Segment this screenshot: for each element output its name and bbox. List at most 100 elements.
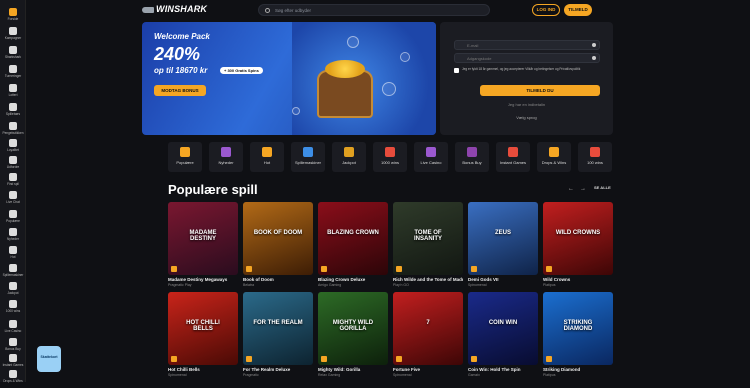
sidebar-item[interactable]: Find spil bbox=[0, 171, 26, 191]
sidebar-item[interactable]: Spillebørs bbox=[0, 101, 26, 121]
sidebar-item-label: Udfordre bbox=[6, 165, 20, 169]
game-thumbnail[interactable]: MADAME DESTINY bbox=[168, 202, 238, 275]
provider-badge-icon bbox=[171, 356, 177, 362]
join-button[interactable]: TILMELD bbox=[564, 4, 592, 16]
game-card[interactable]: COIN WIN Coin Win: Hold The Spin Gamzix bbox=[468, 292, 538, 377]
category-bar: Populære Nyheder Hot Spillemaskiner Jackpot 1… bbox=[168, 142, 613, 172]
game-provider: Play'n GO bbox=[393, 283, 409, 287]
category-label: Spillemaskiner bbox=[294, 160, 321, 165]
category-tab[interactable]: Bonus Buy bbox=[455, 142, 489, 172]
category-tab[interactable]: Populære bbox=[168, 142, 202, 172]
claim-bonus-button[interactable]: MODTAG BONUS bbox=[154, 85, 206, 96]
game-thumbnail[interactable]: HOT CHILLI BELLS bbox=[168, 292, 238, 365]
sidebar-item[interactable]: Spillemaskiner bbox=[0, 262, 26, 282]
game-card[interactable]: ZEUS Demi Gods VII Spinomenal bbox=[468, 202, 538, 287]
game-name: Striking Diamond bbox=[543, 367, 581, 372]
login-button[interactable]: LOG IND bbox=[532, 4, 560, 16]
game-card[interactable]: MADAME DESTINY Madame Destiny Megaways Pra… bbox=[168, 202, 238, 287]
category-icon bbox=[508, 147, 518, 157]
game-thumbnail[interactable]: BLAZING CROWN bbox=[318, 202, 388, 275]
see-all-link[interactable]: SE ALLE bbox=[594, 185, 611, 190]
category-tab[interactable]: Jackpot bbox=[332, 142, 366, 172]
game-thumbnail[interactable]: 7 bbox=[393, 292, 463, 365]
game-card[interactable]: 7 Fortune Five Spinomenal bbox=[393, 292, 463, 377]
sidebar-item-label: Nyheder bbox=[6, 237, 20, 241]
forgot-link[interactable]: Jeg har en indbetalin bbox=[440, 102, 613, 107]
game-provider: Pragmatic Play bbox=[168, 283, 192, 287]
live-icon bbox=[9, 320, 17, 328]
bonus-icon bbox=[9, 338, 17, 346]
category-label: Populære bbox=[176, 160, 194, 165]
game-thumbnail[interactable]: STRIKING DIAMOND bbox=[543, 292, 613, 365]
search-icon bbox=[9, 173, 17, 181]
provider-badge-icon bbox=[321, 266, 327, 272]
game-thumbnail[interactable]: BOOK OF DOOM bbox=[243, 202, 313, 275]
search-input[interactable]: Søg efter udbyder bbox=[258, 4, 490, 16]
terms-checkbox[interactable] bbox=[454, 68, 459, 73]
sidebar-item[interactable]: Nyheder bbox=[0, 226, 26, 246]
wins-icon bbox=[9, 300, 17, 308]
game-card[interactable]: FOR THE REALM For The Realm Deluxe Pragmat… bbox=[243, 292, 313, 377]
game-art-title: MIGHTY WILD GORILLA bbox=[332, 320, 374, 332]
game-card[interactable]: STRIKING DIAMOND Striking Diamond Platipus bbox=[543, 292, 613, 377]
category-tab[interactable]: Spillemaskiner bbox=[291, 142, 325, 172]
game-thumbnail[interactable]: TOME OF INSANITY bbox=[393, 202, 463, 275]
sidebar-item[interactable]: Live Casino bbox=[0, 318, 26, 338]
language-selector[interactable]: Vælg sprog bbox=[440, 115, 613, 120]
provider-badge-icon bbox=[396, 266, 402, 272]
game-thumbnail[interactable]: COIN WIN bbox=[468, 292, 538, 365]
category-label: 100 wins bbox=[587, 160, 603, 165]
sidebar-item[interactable]: Turneringer bbox=[0, 63, 26, 83]
password-field[interactable]: Adgangskode bbox=[454, 53, 600, 63]
game-thumbnail[interactable]: ZEUS bbox=[468, 202, 538, 275]
game-card[interactable]: HOT CHILLI BELLS Hot Chilli Bells Spinomen… bbox=[168, 292, 238, 377]
category-tab[interactable]: Instant Games bbox=[496, 142, 530, 172]
game-card[interactable]: MIGHTY WILD GORILLA Mighty Wild: Gorilla R… bbox=[318, 292, 388, 377]
banner-spins-badge: + 300 Gratis Spins bbox=[220, 67, 263, 74]
sidebar-item[interactable]: Sharkshark bbox=[0, 44, 26, 64]
category-icon bbox=[590, 147, 600, 157]
provider-badge-icon bbox=[471, 266, 477, 272]
provider-badge-icon bbox=[321, 356, 327, 362]
game-name: Fortune Five bbox=[393, 367, 421, 372]
next-arrow-icon[interactable]: → bbox=[578, 186, 588, 192]
sparkle-icon bbox=[9, 228, 17, 236]
category-tab[interactable]: 1000 wins bbox=[373, 142, 407, 172]
sidebar-item[interactable]: Kampagner bbox=[0, 25, 26, 45]
game-name: Blazing Crown Deluxe bbox=[318, 277, 366, 282]
game-thumbnail[interactable]: FOR THE REALM bbox=[243, 292, 313, 365]
category-tab[interactable]: Hot bbox=[250, 142, 284, 172]
game-thumbnail[interactable]: WILD CROWNS bbox=[543, 202, 613, 275]
logo[interactable]: WINSHARK bbox=[142, 4, 207, 14]
sidebar-item[interactable]: Live Chat bbox=[0, 189, 26, 209]
ticket-icon bbox=[9, 84, 17, 92]
email-field[interactable]: E-mail bbox=[454, 40, 600, 50]
category-tab[interactable]: Live Casino bbox=[414, 142, 448, 172]
sidebar-item[interactable]: 1000 wins bbox=[0, 298, 26, 318]
game-name: Coin Win: Hold The Spin bbox=[468, 367, 521, 372]
sidebar-item[interactable]: Drops & Wins bbox=[0, 368, 26, 388]
prev-arrow-icon[interactable]: ← bbox=[566, 186, 576, 192]
treasure-map-widget[interactable]: Skattekort bbox=[37, 346, 61, 372]
sidebar-item[interactable]: Jackpot bbox=[0, 280, 26, 300]
category-tab[interactable]: 100 wins bbox=[578, 142, 612, 172]
sidebar: Forside Kampagner Sharkshark Turneringer Lot… bbox=[0, 0, 26, 383]
game-thumbnail[interactable]: MIGHTY WILD GORILLA bbox=[318, 292, 388, 365]
game-card[interactable]: WILD CROWNS Wild Crowns Platipus bbox=[543, 202, 613, 287]
gift-icon bbox=[9, 27, 17, 35]
star-icon bbox=[9, 210, 17, 218]
game-card[interactable]: TOME OF INSANITY Rich Wilde and the Tome … bbox=[393, 202, 463, 287]
category-tab[interactable]: Drops & Wins bbox=[537, 142, 571, 172]
game-card[interactable]: BOOK OF DOOM Book of Doom Belatra bbox=[243, 202, 313, 287]
category-tab[interactable]: Nyheder bbox=[209, 142, 243, 172]
eye-icon[interactable] bbox=[592, 56, 596, 60]
instant-icon bbox=[9, 354, 17, 362]
welcome-banner[interactable]: Welcome Pack 240% op til 18670 kr + 300 … bbox=[142, 22, 436, 135]
sidebar-item[interactable]: Lotteri bbox=[0, 82, 26, 102]
sidebar-item[interactable]: Forside bbox=[0, 6, 26, 26]
signup-submit-button[interactable]: TILMELD DU bbox=[480, 85, 600, 96]
game-card[interactable]: BLAZING CROWN Blazing Crown Deluxe Amigo G… bbox=[318, 202, 388, 287]
jackpot-icon bbox=[9, 282, 17, 290]
sidebar-item[interactable]: Populære bbox=[0, 208, 26, 228]
sidebar-item[interactable]: Hot bbox=[0, 244, 26, 264]
